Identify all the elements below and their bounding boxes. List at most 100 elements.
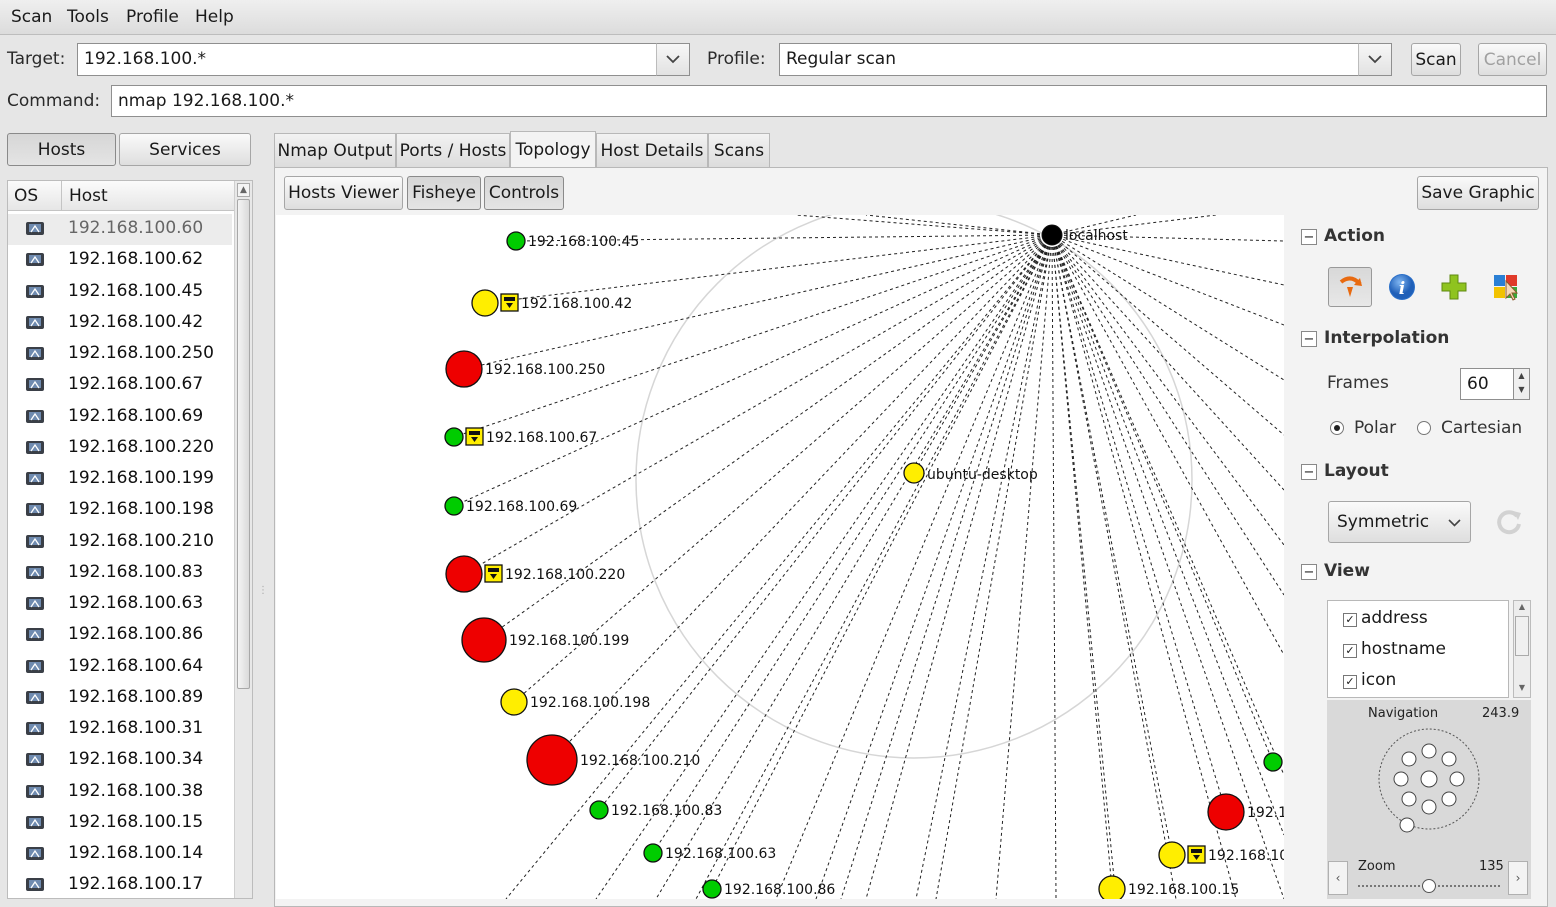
table-row[interactable]: 192.168.100.34 <box>8 745 232 776</box>
table-row[interactable]: 192.168.100.64 <box>8 652 232 683</box>
hosts-toggle-button[interactable]: Hosts <box>7 133 116 166</box>
host-node <box>461 617 507 663</box>
hostname-checkbox[interactable]: ✓ <box>1343 644 1357 658</box>
save-graphic-button[interactable]: Save Graphic <box>1417 176 1539 210</box>
localhost-node <box>1041 224 1063 246</box>
table-row[interactable]: 192.168.100.62 <box>8 245 232 276</box>
column-header-host[interactable]: Host <box>62 181 234 211</box>
region-button[interactable] <box>1484 267 1528 307</box>
table-row[interactable]: 192.168.100.60 <box>8 214 232 245</box>
column-header-os[interactable]: OS <box>8 181 62 211</box>
force-layout-button[interactable] <box>1494 507 1524 542</box>
icon-checkbox[interactable]: ✓ <box>1343 675 1357 689</box>
polar-radio[interactable] <box>1330 421 1344 435</box>
services-toggle-button[interactable]: Services <box>119 133 251 166</box>
scroll-up-button[interactable]: ▲ <box>1515 602 1529 614</box>
zoom-slider-handle[interactable] <box>1422 879 1436 893</box>
table-row[interactable]: 192.168.100.42 <box>8 308 232 339</box>
tab-nmap-output[interactable]: Nmap Output <box>274 133 396 167</box>
tab-host-details[interactable]: Host Details <box>596 133 708 167</box>
topology-edge <box>1051 234 1284 381</box>
table-row[interactable]: 192.168.100.199 <box>8 464 232 495</box>
topology-graph[interactable]: 192.168.100.45 192.168.100.42 192.168.100.… <box>276 215 1284 899</box>
host-node-label: 192.168.100.250 <box>485 362 605 378</box>
collapse-view-button[interactable]: − <box>1301 564 1317 580</box>
navigation-compass[interactable] <box>1377 727 1481 835</box>
scroll-up-button[interactable]: ▲ <box>237 183 250 197</box>
change-focus-button[interactable] <box>1328 267 1372 307</box>
host-list: OS Host 192.168.100.60 192.168.100.62 192.… <box>7 180 253 899</box>
table-row[interactable]: 192.168.100.15 <box>8 808 232 839</box>
profile-dropdown-button[interactable] <box>1358 43 1392 76</box>
scan-button[interactable]: Scan <box>1411 43 1461 76</box>
table-row[interactable]: 192.168.100.31 <box>8 714 232 745</box>
host-node-label: 192.168.100.210 <box>580 753 700 769</box>
topology-edge <box>1051 234 1284 596</box>
tab-ports-hosts[interactable]: Ports / Hosts <box>396 133 510 167</box>
scroll-down-button[interactable]: ▼ <box>1515 683 1529 695</box>
host-node <box>643 843 663 863</box>
controls-panel: − Action i − Interpolation Frames 60 ▲ ▼ … <box>1292 215 1548 899</box>
fisheye-toggle[interactable]: Fisheye <box>407 176 481 210</box>
tab-topology[interactable]: Topology <box>510 131 596 168</box>
layout-select[interactable]: Symmetric <box>1328 501 1471 543</box>
os-linux-icon <box>26 597 44 610</box>
controls-toggle[interactable]: Controls <box>484 176 564 210</box>
table-row[interactable]: 192.168.100.198 <box>8 495 232 526</box>
os-linux-icon <box>26 253 44 267</box>
host-address: 192.168.100.220 <box>68 436 215 457</box>
splitter-handle[interactable]: ⋮ <box>258 585 268 596</box>
table-row[interactable]: 192.168.100.67 <box>8 370 232 401</box>
table-row[interactable]: 192.168.100.45 <box>8 277 232 308</box>
group-button[interactable] <box>1432 267 1476 307</box>
table-row[interactable]: 192.168.100.14 <box>8 839 232 870</box>
hosts-viewer-button[interactable]: Hosts Viewer <box>284 176 403 210</box>
frames-stepper[interactable]: ▲ ▼ <box>1513 368 1530 400</box>
table-row[interactable]: 192.168.100.38 <box>8 777 232 808</box>
os-linux-icon <box>26 753 44 767</box>
lock-icon-bar <box>488 568 499 572</box>
topology-canvas[interactable]: 192.168.100.45 192.168.100.42 192.168.100.… <box>276 215 1284 899</box>
host-address: 192.168.100.60 <box>68 218 204 238</box>
topology-edge <box>1051 234 1284 836</box>
topology-edge <box>711 234 1053 890</box>
host-list-scrollbar[interactable]: ▲ <box>234 181 252 898</box>
table-row[interactable]: 192.168.100.83 <box>8 558 232 589</box>
topology-edge <box>1051 234 1284 776</box>
scrollbar-thumb[interactable] <box>237 199 250 689</box>
menu-tools[interactable]: Tools <box>67 7 109 27</box>
menu-profile[interactable]: Profile <box>126 7 179 27</box>
table-row[interactable]: 192.168.100.89 <box>8 683 232 714</box>
table-row[interactable]: 192.168.100.17 <box>8 870 232 898</box>
address-checkbox[interactable]: ✓ <box>1343 613 1357 627</box>
info-button[interactable]: i <box>1380 267 1424 307</box>
zoom-increase-button[interactable]: › <box>1508 861 1528 895</box>
table-row[interactable]: 192.168.100.210 <box>8 527 232 558</box>
cartesian-radio[interactable] <box>1417 421 1431 435</box>
cancel-button[interactable]: Cancel <box>1478 43 1547 76</box>
target-dropdown-button[interactable] <box>656 43 690 76</box>
frames-spinbox[interactable]: 60 <box>1460 368 1514 400</box>
profile-combo[interactable]: Regular scan <box>779 43 1359 76</box>
zoom-decrease-button[interactable]: ‹ <box>1328 861 1348 895</box>
table-row[interactable]: 192.168.100.220 <box>8 433 232 464</box>
scrollbar-thumb[interactable] <box>1515 616 1529 656</box>
menu-help[interactable]: Help <box>195 7 234 27</box>
target-input[interactable]: 192.168.100.* <box>77 43 657 76</box>
svg-text:i: i <box>1399 279 1405 299</box>
command-input[interactable]: nmap 192.168.100.* <box>111 85 1547 117</box>
group-icon <box>1441 274 1467 300</box>
collapse-action-button[interactable]: − <box>1301 229 1317 245</box>
menu-scan[interactable]: Scan <box>11 7 52 27</box>
table-row[interactable]: 192.168.100.86 <box>8 620 232 651</box>
tab-scans[interactable]: Scans <box>708 133 770 167</box>
action-section-title: Action <box>1324 226 1385 246</box>
navigation-value: 243.9 <box>1482 706 1520 721</box>
view-options-list: ✓ address ✓ hostname ✓ icon <box>1327 600 1509 698</box>
collapse-layout-button[interactable]: − <box>1301 464 1317 480</box>
view-list-scrollbar[interactable]: ▲ ▼ <box>1513 600 1531 698</box>
table-row[interactable]: 192.168.100.250 <box>8 339 232 370</box>
table-row[interactable]: 192.168.100.63 <box>8 589 232 620</box>
table-row[interactable]: 192.168.100.69 <box>8 402 232 433</box>
collapse-interpolation-button[interactable]: − <box>1301 331 1317 347</box>
